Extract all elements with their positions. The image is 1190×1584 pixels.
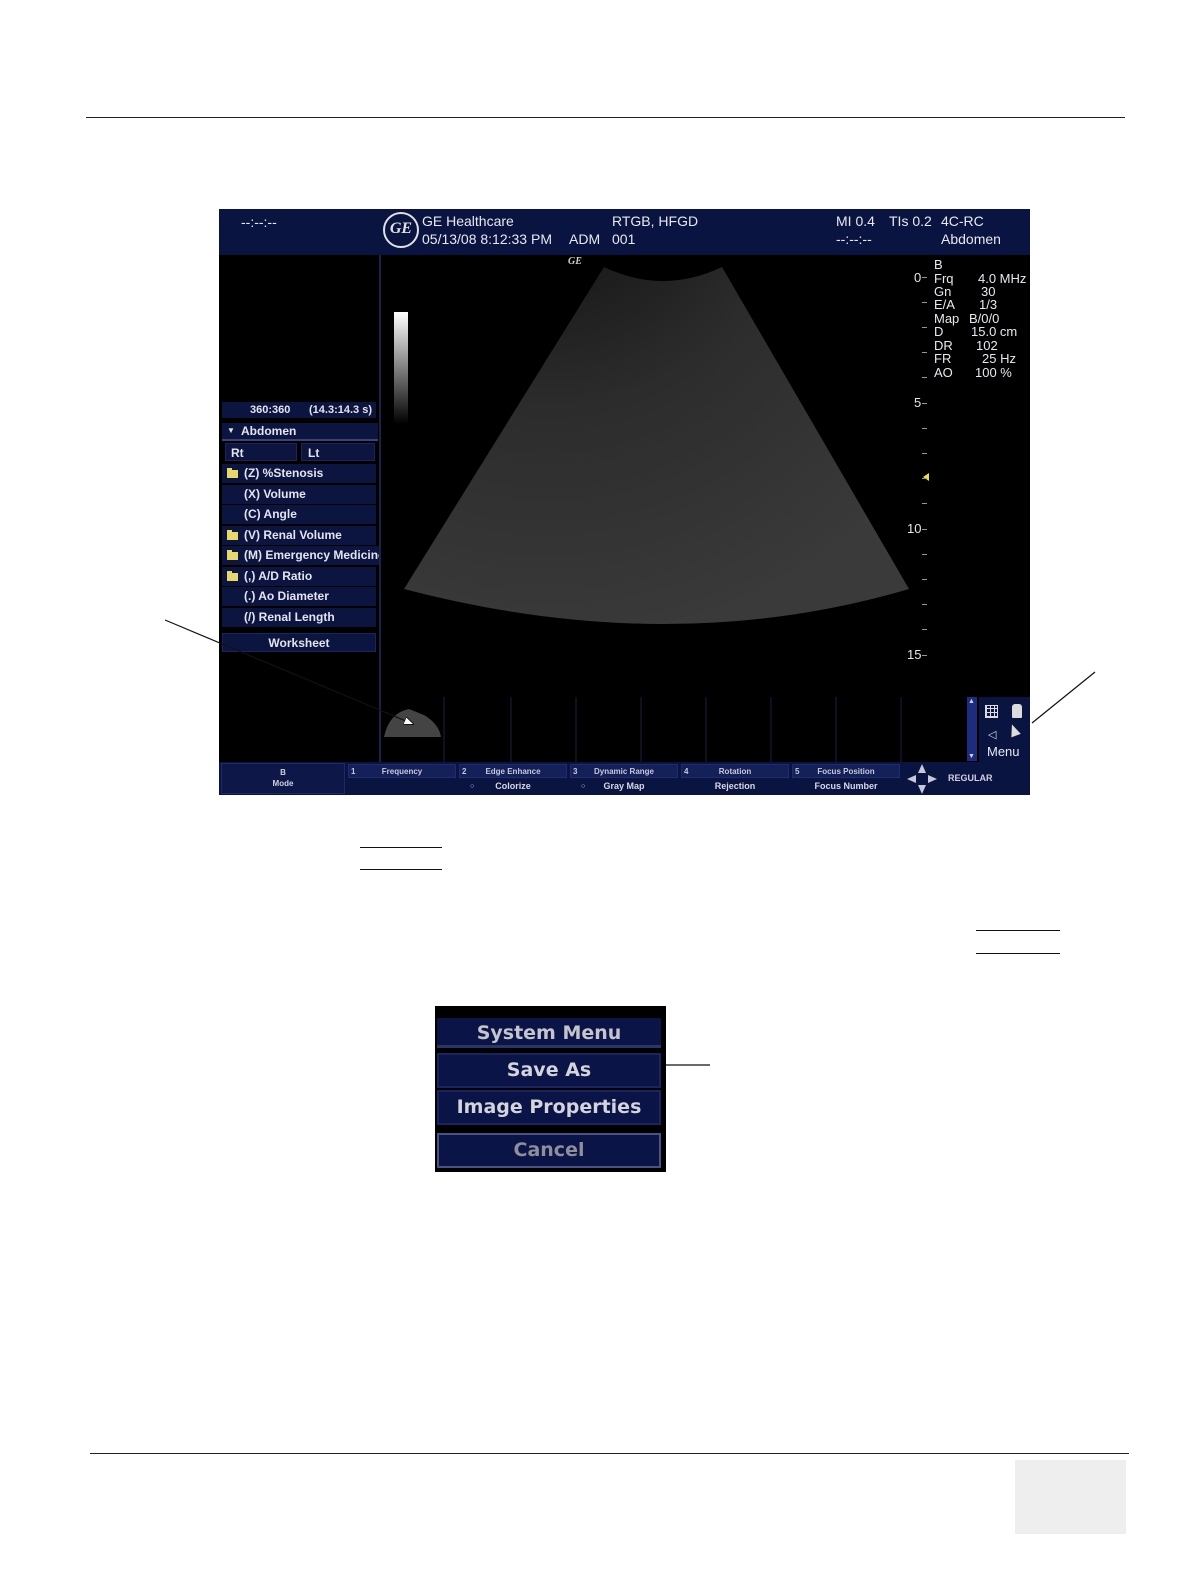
- measurement-item[interactable]: (C) Angle: [222, 505, 376, 524]
- softkey-focus-position[interactable]: 5 Focus Position: [792, 764, 900, 778]
- page-number-box: [1015, 1460, 1126, 1534]
- softkey-frequency[interactable]: 1 Frequency: [348, 764, 456, 778]
- param-value: 25 Hz: [982, 351, 1016, 366]
- grid-icon[interactable]: [985, 705, 998, 718]
- side-scrollbar[interactable]: ▲ ▼: [967, 697, 977, 761]
- status-mode: REGULAR: [948, 773, 993, 783]
- softkey-rotation[interactable]: 4 Rotation: [681, 764, 789, 778]
- ultrasound-screen: --:--:-- GE GE Healthcare 05/13/08 8:12:…: [219, 209, 1030, 795]
- callout-line-menu: [1031, 671, 1096, 724]
- mode-line-1: B: [280, 768, 286, 777]
- scroll-down-icon[interactable]: ▼: [968, 753, 975, 760]
- measurement-item[interactable]: (X) Volume: [222, 485, 376, 504]
- measurement-category[interactable]: ▼ Abdomen: [222, 423, 378, 441]
- blank-line: [976, 930, 1060, 931]
- softkey-edge-enhance[interactable]: 2 Edge Enhance: [459, 764, 567, 778]
- footer-rule: [90, 1453, 1129, 1454]
- trackball-icon: [907, 764, 937, 794]
- depth-tick: [922, 302, 927, 303]
- side-lt-label: Lt: [308, 446, 320, 460]
- depth-tick: [922, 503, 927, 504]
- depth-label: 10: [907, 521, 922, 536]
- param-value: 1/3: [979, 297, 998, 312]
- depth-label: 0: [914, 270, 922, 285]
- mode-line-2: Mode: [272, 779, 294, 788]
- side-menu-panel: ◁ Menu: [979, 697, 1030, 762]
- blank-line: [360, 847, 442, 848]
- depth-tick: [922, 604, 927, 605]
- measurement-item[interactable]: (Z) %Stenosis: [222, 464, 376, 483]
- depth-label: 15: [907, 647, 922, 662]
- measurement-list: (Z) %Stenosis (X) Volume (C) Angle (V) R…: [222, 464, 380, 664]
- chevron-down-icon: ▼: [227, 426, 235, 435]
- measurement-item[interactable]: (,) A/D Ratio: [222, 567, 376, 586]
- cine-frame-count: 360:360: [250, 404, 291, 416]
- depth-tick: [922, 352, 927, 353]
- cancel-button[interactable]: Cancel: [437, 1133, 661, 1168]
- menu-button[interactable]: Menu: [987, 744, 1020, 759]
- depth-tick: [922, 629, 927, 630]
- depth-tick: [922, 277, 927, 278]
- side-rt-label: Rt: [231, 446, 244, 460]
- mode-button[interactable]: B Mode: [221, 763, 345, 794]
- system-menu-title: System Menu: [437, 1018, 661, 1048]
- softkey-gray-map[interactable]: ○ Gray Map: [570, 779, 678, 794]
- image-properties-button[interactable]: Image Properties: [437, 1090, 661, 1125]
- category-label: Abdomen: [241, 424, 297, 438]
- depth-tick: [922, 478, 927, 479]
- measurement-item[interactable]: (/) Renal Length: [222, 608, 376, 627]
- printer-icon[interactable]: [1012, 704, 1022, 718]
- arrow-left-icon[interactable]: ◁: [988, 728, 996, 741]
- blank-line: [976, 953, 1060, 954]
- param-key: FR: [934, 351, 952, 366]
- depth-tick: [922, 428, 927, 429]
- folder-icon: [227, 529, 238, 540]
- measurement-item[interactable]: (V) Renal Volume: [222, 526, 376, 545]
- depth-tick: [922, 377, 927, 378]
- folder-icon: [227, 570, 238, 581]
- scroll-up-icon[interactable]: ▲: [968, 698, 975, 705]
- softkey-rejection[interactable]: Rejection: [681, 779, 789, 794]
- softkey-bar: B Mode 1 Frequency 2 Edge Enhance 3 Dynamic…: [219, 762, 1030, 795]
- side-lt-button[interactable]: Lt: [301, 443, 375, 461]
- measurement-item[interactable]: (.) Ao Diameter: [222, 587, 376, 606]
- param-value: 100 %: [975, 365, 1012, 380]
- depth-tick: [922, 529, 927, 530]
- depth-tick: [922, 554, 927, 555]
- side-rt-button[interactable]: Rt: [225, 443, 297, 461]
- depth-tick: [922, 655, 927, 656]
- softkey-dynamic-range[interactable]: 3 Dynamic Range: [570, 764, 678, 778]
- depth-label: 5: [914, 395, 922, 410]
- system-menu: System Menu Save As Image Properties Can…: [435, 1006, 666, 1172]
- measurement-item[interactable]: (M) Emergency Medicine: [222, 546, 379, 565]
- knob-icon: ○: [470, 783, 475, 790]
- worksheet-button[interactable]: Worksheet: [222, 633, 376, 652]
- param-key: E/A: [934, 297, 955, 312]
- param-key: D: [934, 324, 944, 339]
- save-as-button[interactable]: Save As: [437, 1053, 661, 1088]
- cine-counter-bar: 360:360 (14.3:14.3 s): [222, 402, 376, 418]
- folder-icon: [227, 467, 238, 478]
- softkey-colorize[interactable]: ○ Colorize: [459, 779, 567, 794]
- header-rule: [86, 117, 1125, 118]
- param-key: AO: [934, 365, 953, 380]
- imaging-mode: B: [934, 257, 943, 272]
- cine-time: (14.3:14.3 s): [309, 404, 372, 416]
- cursor-icon: [1007, 722, 1021, 738]
- param-value: 15.0 cm: [971, 324, 1018, 339]
- knob-icon: ○: [581, 783, 586, 790]
- depth-tick: [922, 403, 927, 404]
- folder-icon: [227, 549, 238, 560]
- blank-line: [360, 869, 442, 870]
- depth-tick: [922, 579, 927, 580]
- depth-tick: [922, 327, 927, 328]
- depth-tick: [922, 453, 927, 454]
- softkey-focus-number[interactable]: Focus Number: [792, 779, 900, 794]
- softkey-blank[interactable]: [348, 779, 456, 794]
